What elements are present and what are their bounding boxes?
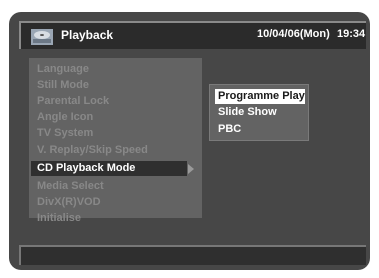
submenu-item-pbc[interactable]: PBC — [218, 122, 241, 137]
menu-item-replay-skip-speed[interactable]: V. Replay/Skip Speed — [37, 143, 148, 158]
submenu-item-programme-play[interactable]: Programme Play — [215, 89, 305, 104]
status-bar — [19, 245, 366, 265]
menu-item-initialise[interactable]: Initialise — [37, 211, 81, 226]
menu-item-cd-playback-mode[interactable]: CD Playback Mode — [31, 161, 187, 176]
menu-item-divx-vod[interactable]: DivX(R)VOD — [37, 195, 101, 210]
menu-item-parental-lock[interactable]: Parental Lock — [37, 94, 109, 109]
menu-item-media-select[interactable]: Media Select — [37, 179, 104, 194]
chevron-right-icon — [188, 164, 194, 174]
menu-item-language[interactable]: Language — [37, 62, 89, 77]
settings-menu: Language Still Mode Parental Lock Angle … — [29, 58, 202, 224]
date-display: 10/04/06(Mon) — [257, 28, 330, 40]
page-title: Playback — [61, 28, 114, 42]
osd-window: Playback 10/04/06(Mon) 19:34 Language St… — [9, 12, 370, 270]
cd-playback-submenu: Programme Play Slide Show PBC — [209, 84, 309, 141]
clock-display: 19:34 — [337, 28, 366, 40]
menu-item-tv-system[interactable]: TV System — [37, 126, 93, 141]
title-bar: Playback 10/04/06(Mon) 19:34 — [19, 21, 366, 49]
submenu-item-slide-show[interactable]: Slide Show — [218, 105, 277, 120]
menu-item-angle-icon[interactable]: Angle Icon — [37, 110, 93, 125]
playback-disc-icon — [31, 29, 53, 45]
menu-item-still-mode[interactable]: Still Mode — [37, 78, 89, 93]
